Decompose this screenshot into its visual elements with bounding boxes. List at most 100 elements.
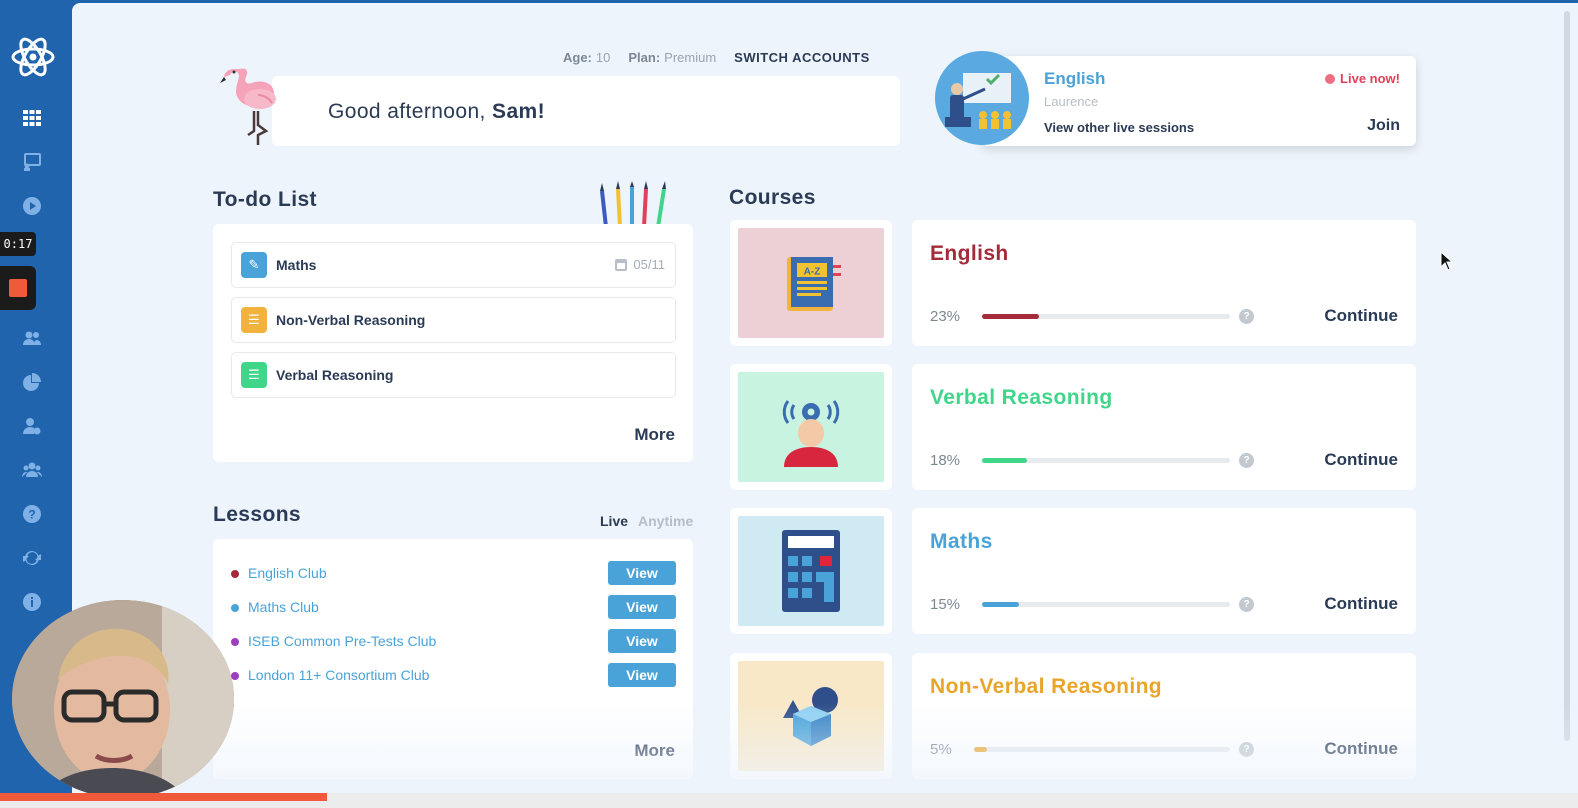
live-now-badge: Live now!	[1325, 71, 1400, 86]
course-card-maths: Maths 15% ? Continue	[912, 508, 1416, 634]
shapes-icon	[783, 687, 838, 746]
pencil-icon: ✎	[241, 252, 267, 278]
course-percent: 15%	[930, 596, 961, 613]
lesson-view-button[interactable]: View	[608, 561, 676, 585]
video-progress-played	[0, 793, 327, 801]
course-thumb-bg	[738, 372, 884, 482]
todo-item-verbal-reasoning[interactable]: ☰ Verbal Reasoning	[231, 352, 676, 398]
continue-button[interactable]: Continue	[1324, 594, 1398, 614]
lesson-view-button[interactable]: View	[608, 629, 676, 653]
lesson-name-link[interactable]: English Club	[248, 565, 327, 581]
play-icon[interactable]	[20, 194, 44, 218]
course-thumb-maths[interactable]	[730, 508, 892, 634]
calendar-icon	[615, 258, 628, 271]
todo-due-date: 05/11	[615, 257, 665, 272]
tab-anytime[interactable]: Anytime	[638, 513, 693, 529]
help-icon[interactable]: ?	[1239, 742, 1254, 757]
live-dot-icon	[1325, 73, 1336, 84]
pencils-icon	[600, 181, 666, 227]
help-icon[interactable]: ?	[1239, 309, 1254, 324]
users-icon[interactable]	[20, 326, 44, 350]
continue-button[interactable]: Continue	[1324, 450, 1398, 470]
classroom-icon[interactable]	[20, 150, 44, 174]
course-name[interactable]: Verbal Reasoning	[930, 386, 1113, 410]
course-progress-fill	[974, 747, 987, 752]
lesson-row: ISEB Common Pre-Tests Club View	[231, 629, 676, 655]
greeting-prefix: Good afternoon,	[328, 100, 486, 123]
checklist-icon: ☰	[241, 362, 267, 388]
course-progress-fill	[982, 602, 1020, 607]
dictionary-book-icon: A-Z	[787, 257, 841, 311]
lesson-view-button[interactable]: View	[608, 595, 676, 619]
svg-text:A-Z: A-Z	[804, 267, 821, 278]
course-thumb-non-verbal-reasoning[interactable]	[730, 653, 892, 779]
lesson-dot	[231, 604, 239, 612]
course-thumb-verbal-reasoning[interactable]	[730, 364, 892, 490]
lessons-card: English Club View Maths Club View ISEB C…	[213, 539, 693, 779]
course-name[interactable]: English	[930, 242, 1009, 266]
switch-accounts-link[interactable]: SWITCH ACCOUNTS	[734, 50, 870, 65]
lesson-row: Maths Club View	[231, 595, 676, 621]
tab-live[interactable]: Live	[600, 513, 628, 529]
course-progress-track	[982, 458, 1230, 463]
age-label: Age:	[563, 50, 592, 65]
continue-button[interactable]: Continue	[1324, 739, 1398, 759]
group-icon[interactable]	[20, 458, 44, 482]
course-progress-track	[982, 602, 1230, 607]
refresh-icon[interactable]	[20, 546, 44, 570]
lessons-title: Lessons	[213, 503, 301, 526]
lesson-row: English Club View	[231, 561, 676, 587]
calculator-icon	[782, 530, 840, 612]
apps-grid-icon[interactable]	[20, 106, 44, 130]
lesson-name-link[interactable]: Maths Club	[248, 599, 319, 615]
user-settings-icon[interactable]	[20, 414, 44, 438]
continue-button[interactable]: Continue	[1324, 306, 1398, 326]
greeting-card: Good afternoon, Sam!	[272, 76, 900, 146]
presenter-video-icon	[12, 600, 234, 798]
recording-timer: 0:17	[0, 232, 36, 256]
pie-chart-icon[interactable]	[20, 370, 44, 394]
help-icon[interactable]: ?	[1239, 453, 1254, 468]
stop-recording-button[interactable]	[0, 266, 36, 310]
help-icon[interactable]: ?	[1239, 597, 1254, 612]
age-value: 10	[595, 50, 611, 65]
lesson-dot	[231, 638, 239, 646]
lesson-name-link[interactable]: ISEB Common Pre-Tests Club	[248, 633, 436, 649]
course-name[interactable]: Maths	[930, 530, 993, 554]
info-icon[interactable]	[20, 590, 44, 614]
svg-text:?: ?	[28, 508, 35, 522]
live-status-text: Live now!	[1340, 71, 1400, 86]
teacher-presentation-icon	[935, 51, 1029, 145]
course-progress-fill	[982, 314, 1040, 319]
course-thumb-english[interactable]: A-Z	[730, 220, 892, 346]
live-session-card: English Laurence View other live session…	[982, 56, 1416, 146]
live-session-subject[interactable]: English	[1044, 69, 1105, 89]
live-session-teacher: Laurence	[1044, 94, 1099, 109]
course-percent: 5%	[930, 741, 952, 758]
lessons-more-link[interactable]: More	[634, 741, 675, 761]
lesson-view-button[interactable]: View	[608, 663, 676, 687]
course-progress-fill	[982, 458, 1027, 463]
plan-value: Premium	[664, 50, 717, 65]
todo-item-non-verbal-reasoning[interactable]: ☰ Non-Verbal Reasoning	[231, 297, 676, 343]
account-meta: Age: 10 Plan: Premium SWITCH ACCOUNTS	[563, 50, 870, 65]
todo-list-card: ✎ Maths 05/11 ☰ Non-Verbal Reasoning ☰ V…	[213, 224, 693, 462]
course-percent: 23%	[930, 308, 961, 325]
todo-more-link[interactable]: More	[634, 425, 675, 445]
todo-item-maths[interactable]: ✎ Maths 05/11	[231, 242, 676, 288]
scrollbar[interactable]	[1564, 11, 1570, 741]
lessons-tabs: Live Anytime	[600, 513, 693, 529]
video-progress-bar[interactable]	[0, 793, 1578, 808]
help-icon[interactable]: ?	[20, 502, 44, 526]
webcam-overlay	[12, 600, 234, 798]
plan-label: Plan:	[628, 50, 661, 65]
view-other-live-sessions-link[interactable]: View other live sessions	[1044, 120, 1194, 135]
courses-title: Courses	[729, 186, 816, 209]
course-card-english: English 23% ? Continue	[912, 220, 1416, 346]
lesson-name-link[interactable]: London 11+ Consortium Club	[248, 667, 429, 683]
plan-info: Plan: Premium	[628, 50, 716, 65]
atom-logo-icon[interactable]	[10, 32, 56, 82]
course-card-verbal-reasoning: Verbal Reasoning 18% ? Continue	[912, 364, 1416, 490]
course-name[interactable]: Non-Verbal Reasoning	[930, 675, 1162, 699]
join-live-button[interactable]: Join	[1367, 117, 1400, 135]
